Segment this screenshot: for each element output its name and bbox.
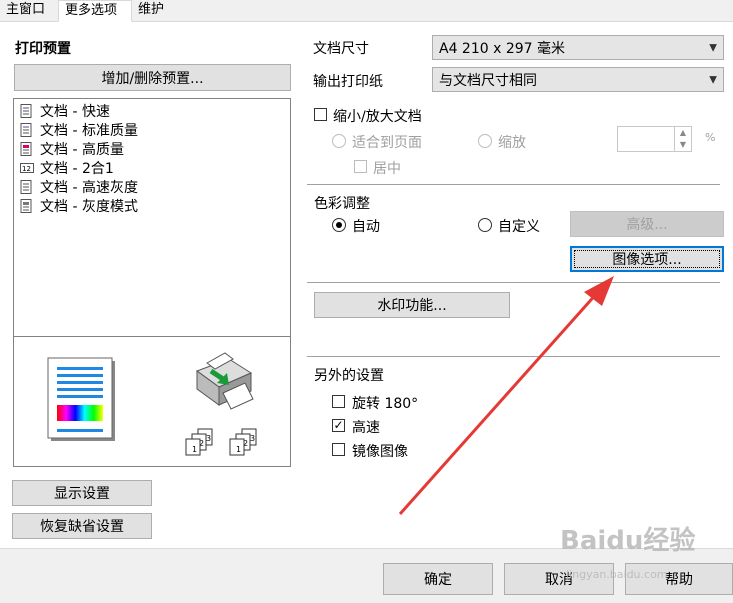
- preset-label: 文档 - 标准质量: [40, 123, 138, 139]
- advanced-button[interactable]: 高级...: [570, 211, 724, 237]
- fit-to-page-radio[interactable]: [332, 134, 346, 148]
- restore-defaults-button[interactable]: 恢复缺省设置: [12, 513, 152, 539]
- color-auto-radio[interactable]: [332, 218, 346, 232]
- fit-to-page-label: 适合到页面: [352, 135, 422, 151]
- tab-bar: 主窗口 更多选项 维护: [0, 0, 733, 22]
- percent-label: %: [705, 131, 716, 144]
- presets-title: 打印预置: [15, 41, 71, 57]
- divider: [307, 184, 720, 185]
- collate-icon: 3 2 1: [185, 428, 213, 456]
- zoom-stepper[interactable]: ▲ ▼: [617, 126, 692, 152]
- svg-text:3: 3: [250, 434, 255, 443]
- mirror-label: 镜像图像: [352, 444, 408, 460]
- list-item[interactable]: 文档 - 高质量: [20, 140, 124, 158]
- output-paper-select[interactable]: 与文档尺寸相同 ▼: [432, 67, 724, 92]
- mirror-checkbox[interactable]: [332, 443, 345, 456]
- reduce-enlarge-checkbox[interactable]: [314, 108, 327, 121]
- print-preview: 3 2 1 3 2 1: [13, 336, 291, 467]
- list-item[interactable]: 12 文档 - 2合1: [20, 159, 114, 177]
- zoom-label: 缩放: [498, 135, 526, 151]
- rotate-checkbox[interactable]: [332, 395, 345, 408]
- collate-icon: 3 2 1: [229, 428, 257, 456]
- watermark-button[interactable]: 水印功能...: [314, 292, 510, 318]
- tab-main[interactable]: 主窗口: [0, 0, 57, 20]
- document-icon: [20, 180, 32, 194]
- svg-text:12: 12: [22, 165, 31, 173]
- doc-size-select[interactable]: A4 210 x 297 毫米 ▼: [432, 35, 724, 60]
- svg-text:1: 1: [236, 445, 241, 454]
- two-in-one-icon: 12: [20, 161, 34, 175]
- high-speed-checkbox[interactable]: ✓: [332, 419, 345, 432]
- document-icon: [20, 104, 32, 118]
- ok-button[interactable]: 确定: [383, 563, 493, 595]
- check-icon: ✓: [333, 418, 344, 432]
- center-label: 居中: [373, 161, 401, 177]
- document-icon: [20, 123, 32, 137]
- high-speed-label: 高速: [352, 420, 380, 436]
- reduce-enlarge-label: 缩小/放大文档: [333, 109, 422, 125]
- printer-icon: [195, 352, 254, 410]
- tab-more-options[interactable]: 更多选项: [58, 0, 132, 22]
- tab-maintenance[interactable]: 维护: [132, 0, 182, 20]
- show-settings-button[interactable]: 显示设置: [12, 480, 152, 506]
- document-icon: [20, 142, 32, 156]
- svg-text:1: 1: [192, 445, 197, 454]
- color-custom-radio[interactable]: [478, 218, 492, 232]
- baidu-watermark: Baidu经验: [560, 526, 696, 556]
- divider: [307, 282, 720, 283]
- rotate-label: 旋转 180°: [352, 396, 419, 412]
- stepper-arrows-icon[interactable]: ▲ ▼: [674, 127, 691, 151]
- preset-label: 文档 - 2合1: [40, 161, 114, 177]
- color-auto-label: 自动: [352, 219, 380, 235]
- chevron-down-icon: ▼: [709, 74, 717, 85]
- image-options-button[interactable]: 图像选项...: [570, 246, 724, 272]
- page-preview-icon: [47, 357, 115, 441]
- preset-label: 文档 - 高质量: [40, 142, 124, 158]
- preset-list[interactable]: 文档 - 快速 文档 - 标准质量 文档 - 高质量 12 文档 - 2合1 文…: [13, 98, 291, 337]
- doc-size-value: A4 210 x 297 毫米: [439, 40, 566, 57]
- center-checkbox[interactable]: [354, 160, 367, 173]
- zoom-radio[interactable]: [478, 134, 492, 148]
- color-adjust-title: 色彩调整: [314, 196, 370, 212]
- doc-size-label: 文档尺寸: [313, 41, 369, 57]
- divider: [307, 356, 720, 357]
- document-icon: [20, 199, 32, 213]
- svg-text:3: 3: [206, 434, 211, 443]
- add-remove-preset-button[interactable]: 增加/删除预置...: [14, 64, 291, 91]
- extra-settings-title: 另外的设置: [314, 368, 384, 384]
- list-item[interactable]: 文档 - 标准质量: [20, 121, 138, 139]
- preset-label: 文档 - 高速灰度: [40, 180, 138, 196]
- preset-label: 文档 - 灰度模式: [40, 199, 138, 215]
- output-paper-label: 输出打印纸: [313, 74, 383, 90]
- list-item[interactable]: 文档 - 快速: [20, 102, 110, 120]
- chevron-down-icon: ▼: [709, 42, 717, 53]
- baidu-watermark-url: jingyan.baidu.com: [566, 568, 668, 581]
- color-custom-label: 自定义: [498, 219, 540, 235]
- preset-label: 文档 - 快速: [40, 104, 110, 120]
- output-paper-value: 与文档尺寸相同: [439, 72, 537, 89]
- list-item[interactable]: 文档 - 灰度模式: [20, 197, 138, 215]
- list-item[interactable]: 文档 - 高速灰度: [20, 178, 138, 196]
